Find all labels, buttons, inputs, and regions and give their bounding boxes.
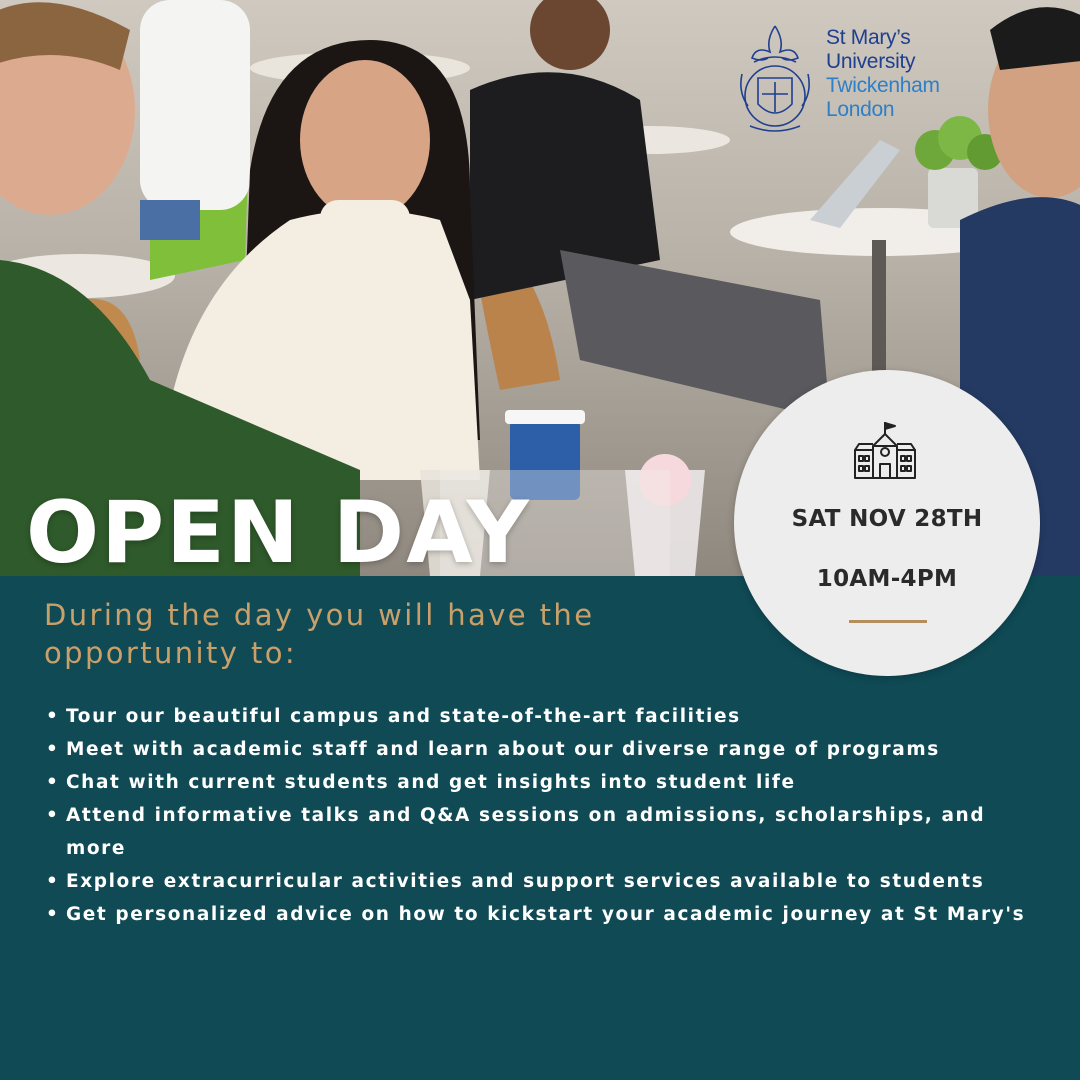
list-item: • Tour our beautiful campus and state-of-… xyxy=(44,700,1034,733)
bullet-icon: • xyxy=(46,904,60,925)
bullet-icon: • xyxy=(46,706,60,727)
list-item-text: Attend informative talks and Q&A session… xyxy=(66,805,986,859)
event-date-badge: SAT NOV 28TH 10AM-4PM xyxy=(734,370,1040,676)
event-date: SAT NOV 28TH xyxy=(791,506,983,532)
logo-line-4: London xyxy=(826,98,895,121)
bullet-icon: • xyxy=(46,739,60,760)
list-item-text: Meet with academic staff and learn about… xyxy=(66,739,940,760)
list-item-text: Explore extracurricular activities and s… xyxy=(66,871,985,892)
open-day-headline: OPEN DAY xyxy=(26,483,531,583)
list-item: • Get personalized advice on how to kicks… xyxy=(44,898,1034,931)
logo-line-3: Twickenham xyxy=(826,74,940,97)
university-name: St Mary’s University Twickenham London xyxy=(826,26,940,122)
list-item-text: Get personalized advice on how to kickst… xyxy=(66,904,1026,925)
logo-line-2: University xyxy=(826,50,916,73)
bullet-icon: • xyxy=(46,772,60,793)
intro-heading: During the day you will have the opportu… xyxy=(44,598,595,670)
list-item: • Explore extracurricular activities and … xyxy=(44,865,1034,898)
school-building-icon xyxy=(854,422,916,479)
list-item: • Meet with academic staff and learn abou… xyxy=(44,733,1034,766)
event-time: 10AM-4PM xyxy=(816,566,958,592)
list-item-text: Chat with current students and get insig… xyxy=(66,772,796,793)
list-item: • Attend informative talks and Q&A sessio… xyxy=(44,799,1034,865)
list-item: • Chat with current students and get insi… xyxy=(44,766,1034,799)
university-logo: St Mary’s University Twickenham London xyxy=(734,22,984,142)
gold-divider xyxy=(849,620,927,623)
bullet-icon: • xyxy=(46,805,60,826)
university-crest-icon xyxy=(740,25,810,132)
open-day-poster: St Mary’s University Twickenham London O… xyxy=(0,0,1080,1080)
bullet-icon: • xyxy=(46,871,60,892)
list-item-text: Tour our beautiful campus and state-of-t… xyxy=(66,706,741,727)
logo-line-1: St Mary’s xyxy=(826,26,911,49)
activities-list: • Tour our beautiful campus and state-of-… xyxy=(44,700,1034,931)
